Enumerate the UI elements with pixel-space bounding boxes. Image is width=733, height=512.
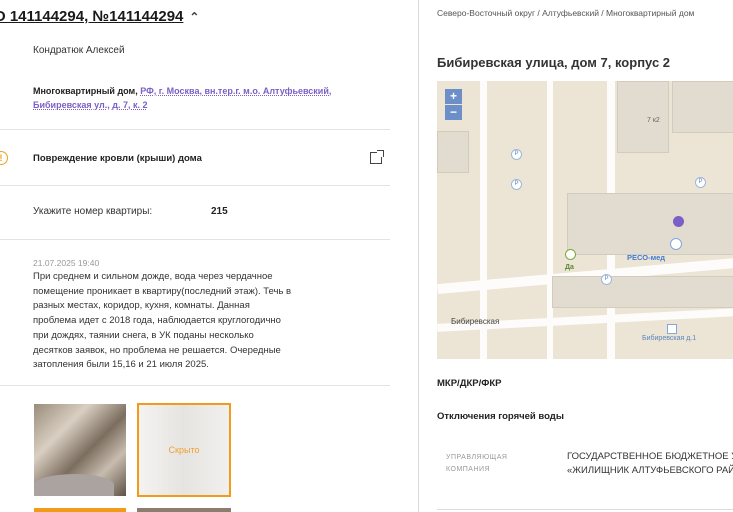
bus-stop-icon[interactable] [667, 324, 677, 334]
zoom-in-button[interactable]: + [445, 89, 462, 104]
ticket-panel: О 141144294, №141144294 ⌃ Кондратюк Алекс… [0, 0, 419, 512]
parking-icon: P [511, 149, 522, 160]
chevron-up-icon[interactable]: ⌃ [189, 10, 199, 24]
map-building [552, 276, 733, 308]
divider [0, 185, 390, 186]
street-title: Бибиревская улица, дом 7, корпус 2 [437, 55, 671, 70]
map[interactable]: 7 к2 РЕСО-мед Да Бибиревская Бибиревская… [437, 81, 733, 359]
section-mkd[interactable]: МКР/ДКР/ФКР [437, 378, 501, 389]
apartment-value: 215 [211, 206, 228, 217]
hidden-label: Скрыто [168, 445, 200, 455]
hidden-photo-thumbnail[interactable]: Скрыто [137, 403, 231, 497]
map-building [672, 81, 733, 133]
problem-title: Повреждение кровли (крыши) дома [33, 153, 202, 164]
warning-icon: ! [0, 151, 8, 165]
medical-poi-icon[interactable] [670, 238, 682, 250]
parking-icon: P [601, 274, 612, 285]
divider [0, 239, 390, 240]
map-building [617, 81, 669, 153]
divider [0, 129, 390, 130]
breadcrumb[interactable]: Северо-Восточный округ / Алтуфьевский / … [437, 6, 697, 20]
map-poi-da[interactable]: Да [565, 264, 574, 271]
road [547, 81, 553, 359]
map-building [437, 131, 469, 173]
divider [437, 509, 733, 510]
photo-thumbnail[interactable] [34, 404, 126, 496]
comment-text: При среднем и сильном дожде, вода через … [33, 271, 292, 371]
uk-value: ГОСУДАРСТВЕННОЕ БЮДЖЕТНОЕ УЧ «ЖИЛИЩНИК А… [567, 450, 733, 478]
uk-value-line1: ГОСУДАРСТВЕННОЕ БЮДЖЕТНОЕ УЧ [567, 451, 733, 462]
photo-thumbnail[interactable] [34, 508, 126, 512]
author-name: Кондратюк Алексей [33, 45, 125, 56]
parking-icon: P [511, 179, 522, 190]
ticket-title-text[interactable]: О 141144294, №141144294 [0, 8, 183, 25]
building-panel: Северо-Восточный округ / Алтуфьевский / … [419, 0, 733, 512]
map-label-7k2: 7 к2 [647, 117, 660, 124]
divider [0, 385, 390, 386]
location-marker-icon[interactable] [673, 216, 684, 227]
uk-value-line2: «ЖИЛИЩНИК АЛТУФЬЕВСКОГО РАЙО [567, 465, 733, 476]
zoom-out-button[interactable]: − [445, 105, 462, 120]
external-link-icon[interactable] [370, 150, 384, 164]
uk-label: УПРАВЛЯЮЩАЯ КОМПАНИЯ [446, 454, 508, 473]
section-hot-water[interactable]: Отключения горячей воды [437, 411, 564, 422]
map-building [567, 193, 733, 255]
ticket-title[interactable]: О 141144294, №141144294 ⌃ [0, 8, 199, 25]
map-road-label: Бибиревская [451, 317, 500, 326]
shop-icon[interactable] [565, 249, 576, 260]
apartment-label: Укажите номер квартиры: [33, 206, 153, 217]
address: Многоквартирный дом, РФ, г. Москва, вн.т… [33, 84, 353, 112]
address-prefix: Многоквартирный дом, [33, 86, 138, 96]
map-bus-stop[interactable]: Бибиревская д.1 [642, 335, 696, 342]
map-poi-reso[interactable]: РЕСО-мед [627, 253, 665, 262]
photo-thumbnail[interactable] [137, 508, 231, 512]
comment-date: 21.07.2025 19:40 [33, 258, 100, 268]
parking-icon: P [695, 177, 706, 188]
zoom-controls: + − [445, 89, 462, 121]
